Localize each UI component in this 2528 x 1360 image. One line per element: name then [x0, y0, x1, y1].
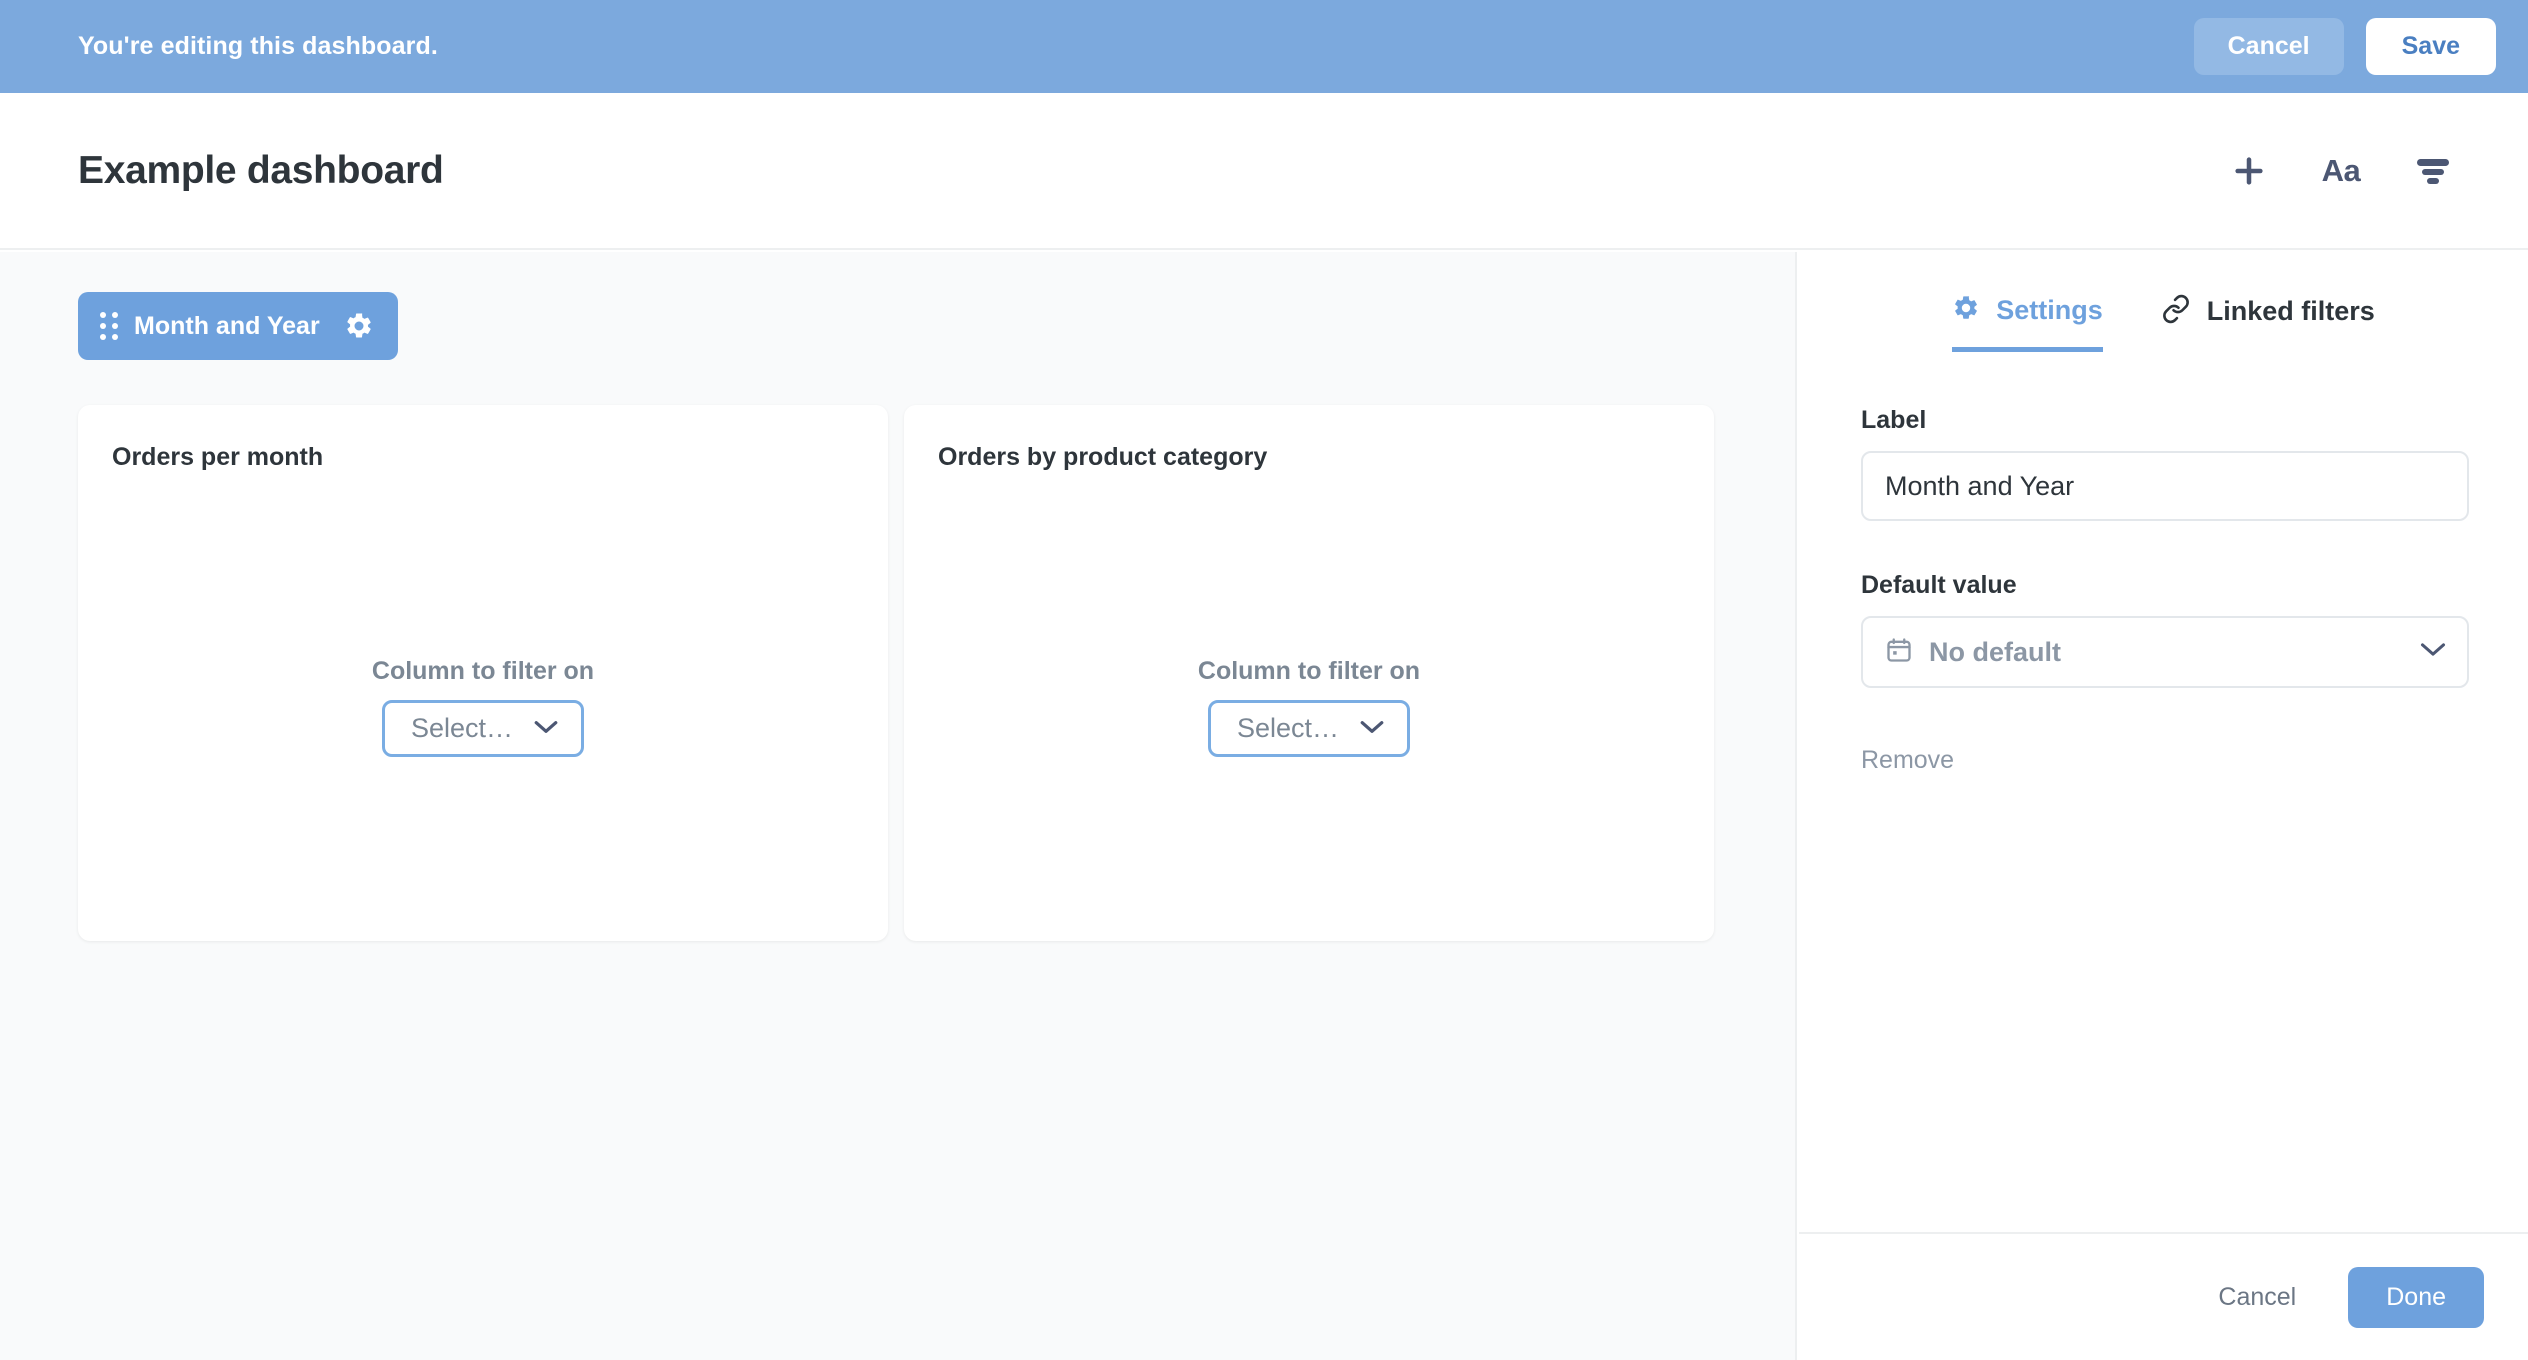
default-value-field-label: Default value: [1861, 571, 2486, 600]
column-select-value: Select…: [1237, 713, 1339, 744]
filter-icon[interactable]: [2410, 148, 2456, 194]
column-to-filter-label: Column to filter on: [1198, 657, 1420, 686]
tab-linked-filters[interactable]: Linked filters: [2161, 294, 2375, 354]
text-icon[interactable]: Aa: [2318, 148, 2364, 194]
link-icon: [2161, 294, 2191, 329]
add-icon[interactable]: [2226, 148, 2272, 194]
dashboard-header: Example dashboard Aa: [0, 93, 2528, 250]
chevron-down-icon: [1359, 719, 1385, 738]
default-value-select[interactable]: No default: [1861, 616, 2469, 688]
sidebar-content: Label Default value No default Re: [1799, 354, 2528, 1232]
card-title: Orders by product category: [938, 443, 1680, 472]
label-field-label: Label: [1861, 406, 2486, 435]
filter-widget-month-and-year[interactable]: Month and Year: [78, 292, 398, 360]
edit-mode-message: You're editing this dashboard.: [78, 32, 438, 61]
tab-settings-label: Settings: [1996, 295, 2103, 326]
gear-icon: [1952, 294, 1980, 327]
sidebar-done-button[interactable]: Done: [2348, 1267, 2484, 1328]
page-title[interactable]: Example dashboard: [78, 149, 444, 193]
sidebar-tabs: Settings Linked filters: [1799, 252, 2528, 354]
dashboard-card[interactable]: Orders per month Column to filter on Sel…: [78, 405, 888, 941]
filter-widget-label: Month and Year: [134, 312, 320, 341]
edit-mode-banner: You're editing this dashboard. Cancel Sa…: [0, 0, 2528, 93]
sidebar-footer: Cancel Done: [1799, 1232, 2528, 1360]
chevron-down-icon: [2419, 641, 2447, 663]
calendar-icon: [1885, 636, 1913, 669]
drag-handle-icon[interactable]: [100, 312, 118, 340]
card-filter-mapping: Column to filter on Select…: [904, 657, 1714, 757]
dashboard-cards: Orders per month Column to filter on Sel…: [78, 405, 1714, 941]
sidebar-cancel-button[interactable]: Cancel: [2218, 1283, 2296, 1312]
card-title: Orders per month: [112, 443, 854, 472]
column-to-filter-label: Column to filter on: [372, 657, 594, 686]
column-select-value: Select…: [411, 713, 513, 744]
tab-settings[interactable]: Settings: [1952, 294, 2103, 352]
chevron-down-icon: [533, 719, 559, 738]
gear-icon[interactable]: [344, 311, 374, 341]
filter-settings-sidebar: Settings Linked filters Label Default va…: [1799, 252, 2528, 1360]
default-value-text: No default: [1929, 637, 2061, 668]
header-toolbar: Aa: [2226, 148, 2484, 194]
remove-filter-link[interactable]: Remove: [1861, 746, 1954, 775]
column-select-button[interactable]: Select…: [382, 700, 584, 757]
edit-mode-actions: Cancel Save: [2194, 18, 2496, 75]
save-dashboard-button[interactable]: Save: [2366, 18, 2496, 75]
label-input[interactable]: [1861, 451, 2469, 521]
card-filter-mapping: Column to filter on Select…: [78, 657, 888, 757]
cancel-edit-button[interactable]: Cancel: [2194, 18, 2344, 75]
column-select-button[interactable]: Select…: [1208, 700, 1410, 757]
dashboard-card[interactable]: Orders by product category Column to fil…: [904, 405, 1714, 941]
tab-linked-filters-label: Linked filters: [2207, 296, 2375, 327]
